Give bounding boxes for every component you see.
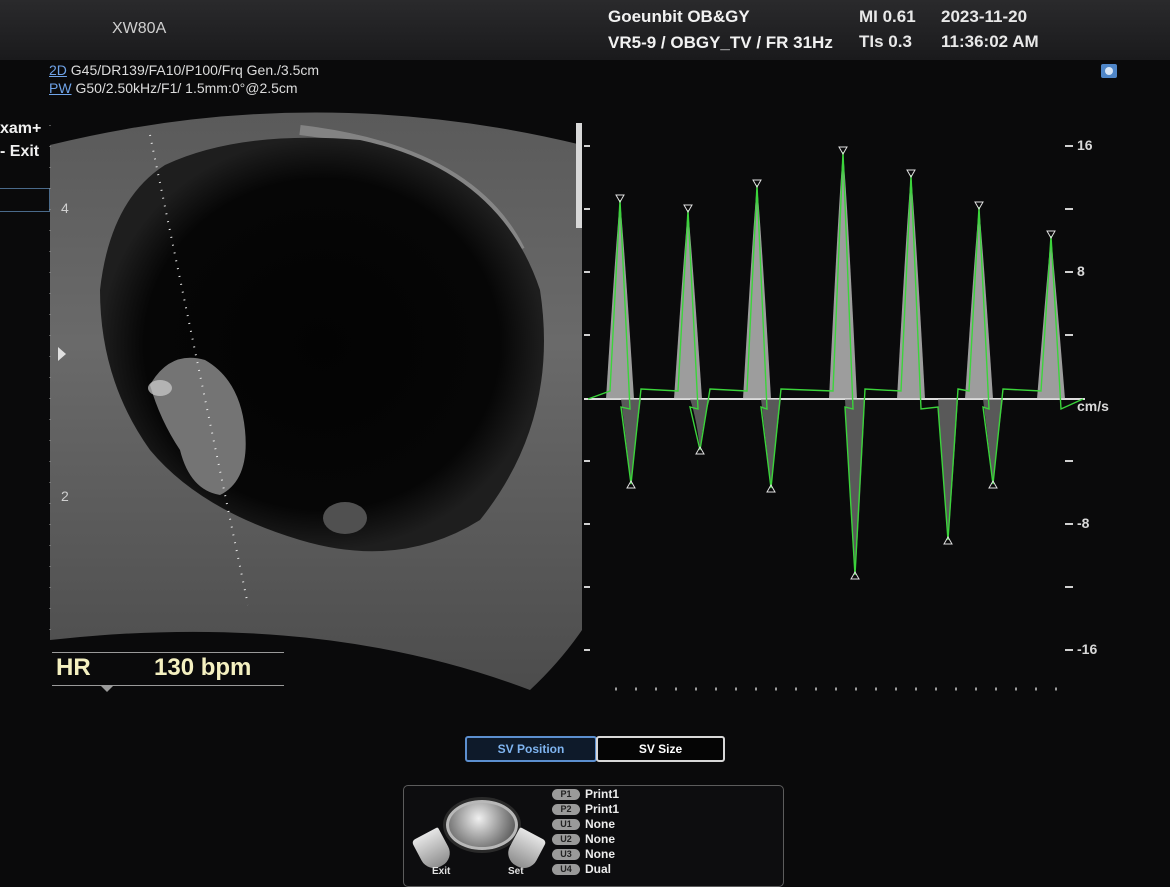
yolk-structure — [323, 502, 367, 534]
spectrum-trough — [845, 399, 865, 575]
spectrum-peak — [1037, 236, 1065, 399]
spectrum-peak — [965, 207, 993, 399]
spectrum-peak — [829, 152, 857, 399]
user-key-u4-value: Dual — [585, 862, 612, 876]
velocity-unit: cm/s — [1077, 398, 1109, 414]
user-key-p1-value: Print1 — [585, 787, 620, 801]
user-key-u3-value: None — [585, 847, 615, 861]
trackball-icon[interactable] — [446, 800, 518, 850]
sv-size-button[interactable]: SV Size — [596, 736, 725, 762]
spectrum-peak — [674, 210, 702, 399]
user-key-u2[interactable]: U2 — [552, 834, 580, 845]
velocity-label-16: 16 — [1077, 137, 1093, 153]
spectrum-peak — [743, 185, 771, 399]
user-key-u2-value: None — [585, 832, 615, 846]
spectrum-peak — [606, 200, 634, 399]
depth-label-2: 2 — [61, 488, 69, 504]
velocity-label-neg-16: -16 — [1077, 641, 1098, 657]
user-key-u1[interactable]: U1 — [552, 819, 580, 830]
fetal-bright-spot — [148, 380, 172, 396]
user-key-p1[interactable]: P1 — [552, 789, 580, 800]
doppler-spectrum — [606, 152, 1065, 575]
depth-marker-icon — [100, 685, 114, 692]
spectrum-trough — [938, 399, 958, 540]
sv-position-button[interactable]: SV Position — [465, 736, 597, 762]
spectrum-peak — [897, 175, 925, 399]
heart-rate-value: 130 bpm — [154, 654, 252, 681]
user-key-u3[interactable]: U3 — [552, 849, 580, 860]
user-key-u4[interactable]: U4 — [552, 864, 580, 875]
user-key-p2-value: Print1 — [585, 802, 620, 816]
heart-rate-label: HR — [56, 654, 91, 681]
velocity-label-neg-8: -8 — [1077, 515, 1090, 531]
doppler-gray-bar — [576, 123, 582, 228]
user-key-p2[interactable]: P2 — [552, 804, 580, 815]
trackball-right-label: Set — [508, 866, 524, 877]
velocity-label-8: 8 — [1077, 263, 1085, 279]
depth-label-4: 4 — [61, 200, 69, 216]
trackball-left-label: Exit — [432, 866, 451, 877]
user-key-u1-value: None — [585, 817, 615, 831]
